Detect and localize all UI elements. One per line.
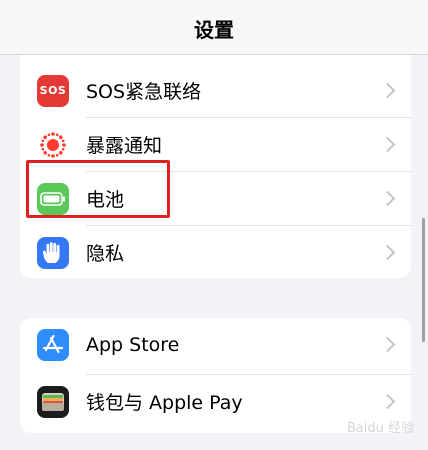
settings-row-label: App Store [86,333,180,356]
chevron-right-icon [379,244,396,261]
settings-row-sos[interactable]: SOS SOS紧急联络 [20,64,411,117]
chevron-right-icon [379,336,396,353]
highlight-annotation [26,160,170,218]
navigation-bar: 设置 [0,0,428,55]
settings-row-label: 暴露通知 [86,135,163,157]
chevron-right-icon [379,136,396,153]
chevron-right-icon [379,82,396,99]
chevron-right-icon [379,190,396,207]
hand-privacy-icon [37,236,69,269]
settings-group-system: SOS SOS紧急联络 暴露通知 电池 隐私 [20,40,411,278]
sos-icon: SOS [37,74,69,107]
app-store-icon [37,328,69,361]
settings-row-label: 钱包与 Apple Pay [86,392,243,414]
exposure-notification-icon [37,128,69,161]
settings-row-label: 隐私 [86,243,125,265]
settings-row-privacy[interactable]: 隐私 [20,226,411,278]
page-title: 设置 [194,17,234,42]
settings-group-store: App Store 钱包与 Apple Pay [20,318,411,433]
settings-row-label: SOS紧急联络 [86,81,202,103]
wallet-icon [37,385,69,418]
watermark: Baidu 经验 [346,421,414,436]
scrollbar[interactable] [422,218,425,342]
chevron-right-icon [379,393,396,410]
settings-row-app-store[interactable]: App Store [20,318,411,371]
sos-icon-text: SOS [39,84,67,97]
